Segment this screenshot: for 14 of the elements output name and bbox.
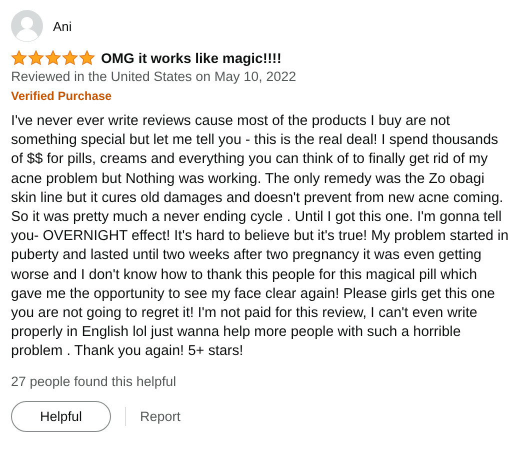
- star-icon: [62, 50, 78, 66]
- helpful-count: 27 people found this helpful: [11, 374, 178, 389]
- star-icon: [28, 50, 44, 66]
- review-date: Reviewed in the United States on May 10, 2022: [11, 69, 298, 84]
- reviewer-name: Ani: [53, 18, 72, 34]
- avatar-icon: [11, 10, 43, 42]
- report-link[interactable]: Report: [125, 406, 181, 426]
- star-icon: [45, 50, 61, 66]
- helpful-button[interactable]: Helpful: [11, 400, 112, 432]
- verified-purchase-label: Verified Purchase: [11, 89, 113, 103]
- review-text: I've never ever write reviews cause most of the products I buy are not something special but let me tell you - this is the real deal! I spend thousands of $$ for pills, creams and everything you can think of to finally get rid of my acne problem but Nothing was working. The only remedy was the Zo obagi skin line but it cures old damages and doesn't prevent from new acne coming. So it was pretty much a never ending cycle . Until I got this one. I'm gonna tell you- OVERNIGHT effect! It's hard to believe but it's true! My problem started in puberty and lasted until two weeks after two pregnancy it was even getting worse and I don't know how to thank this people for this magical pill which gave me the opportunity to see my face clear again! Please girls get this one you are not going to regret it! I'm not paid for this review, I can't even write properly in English lol just wanna help more people with such a horrible problem . Thank you again! 5+ stars!: [11, 112, 510, 362]
- star-icon: [11, 50, 27, 66]
- review-title: OMG it works like magic!!!!: [101, 50, 282, 66]
- star-icon: [79, 50, 95, 66]
